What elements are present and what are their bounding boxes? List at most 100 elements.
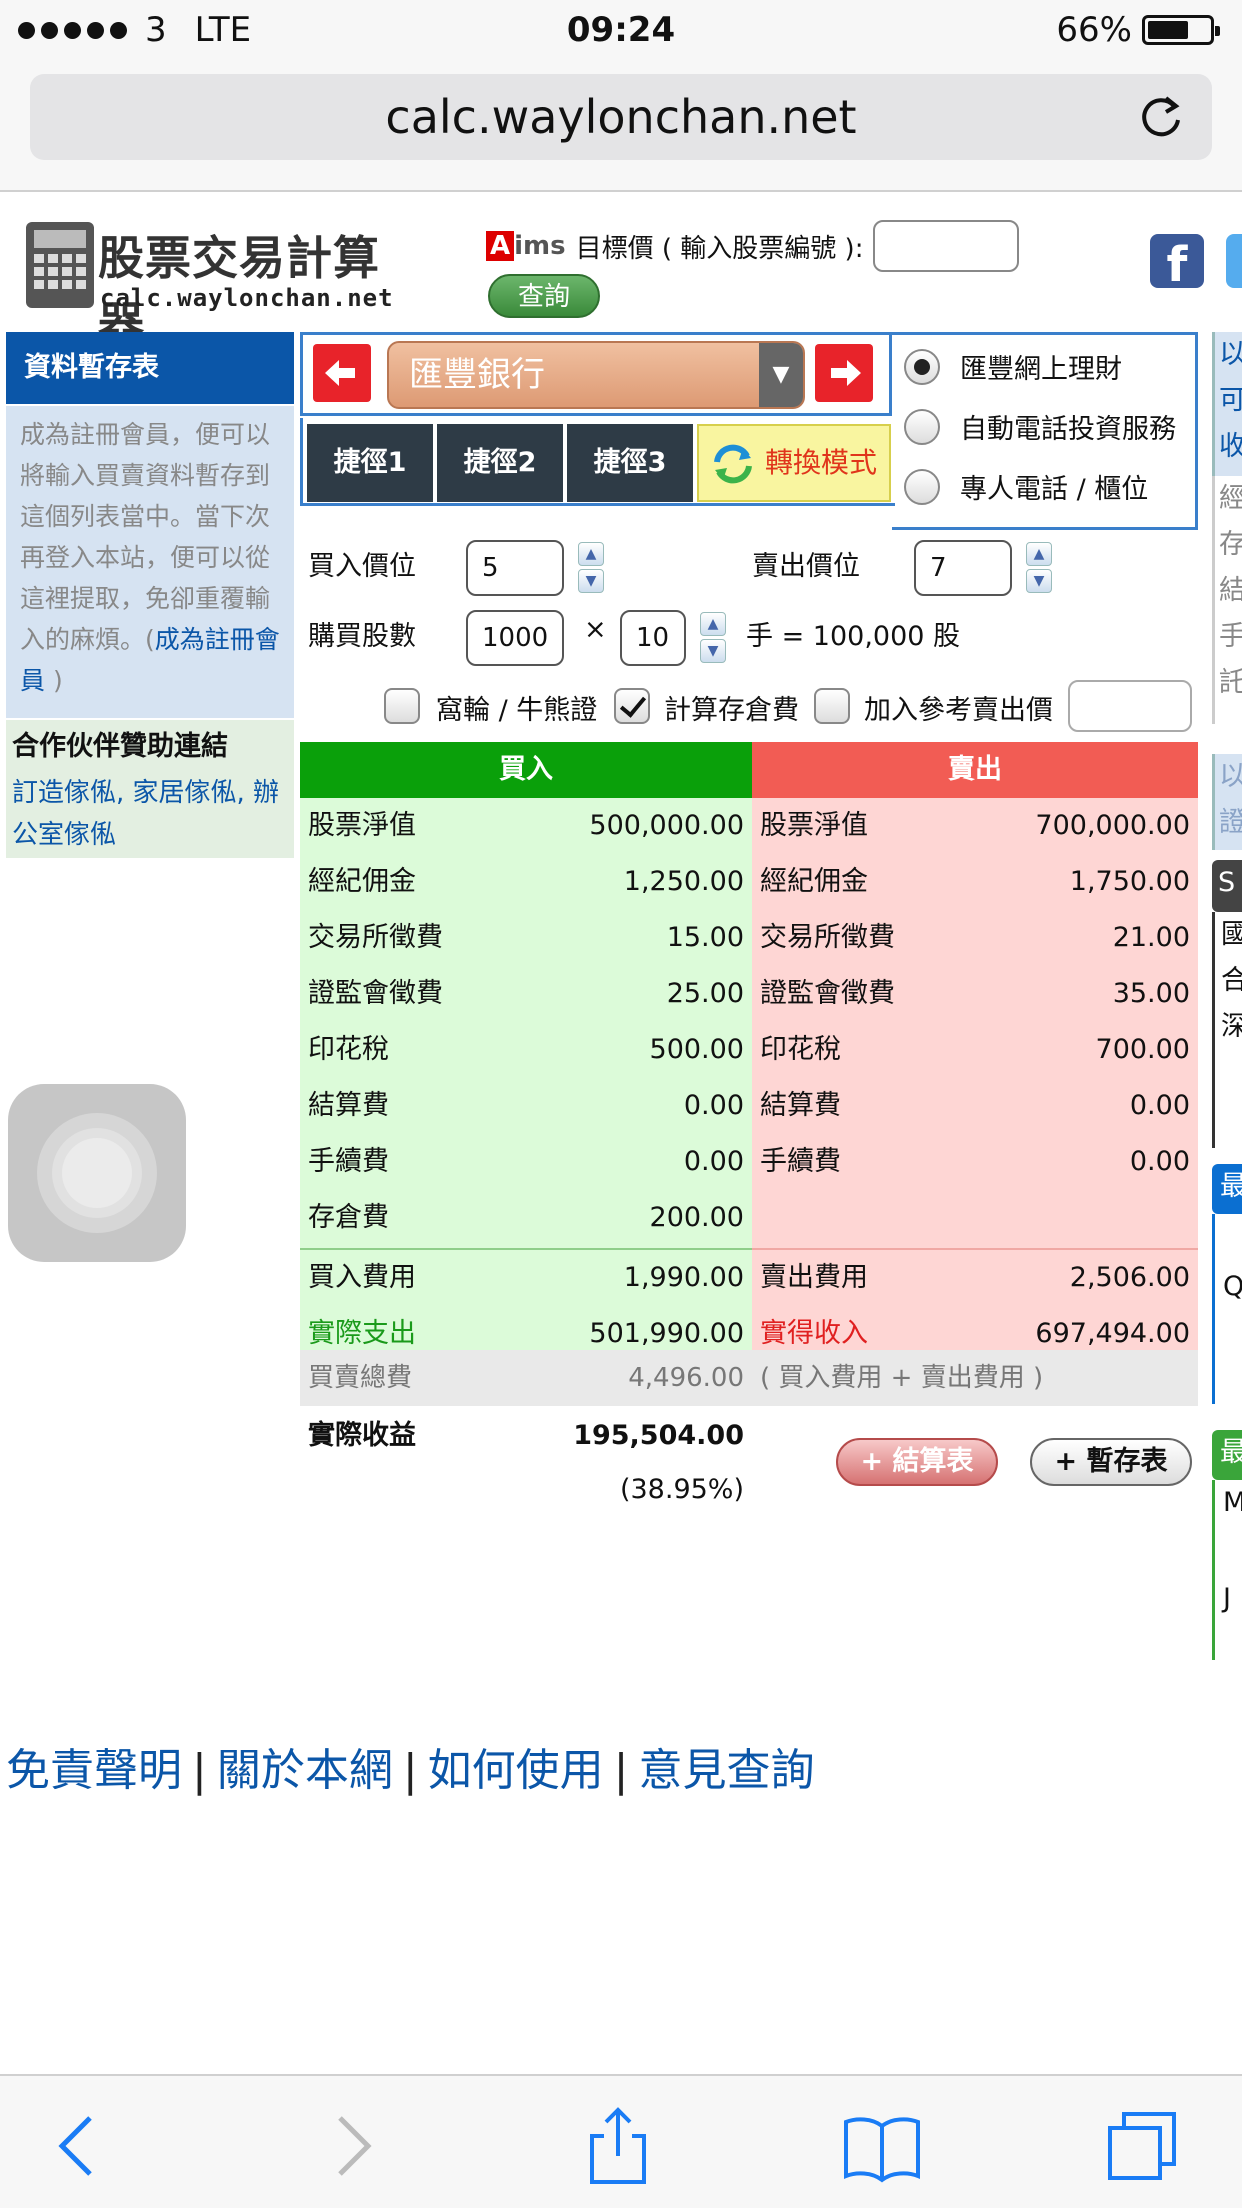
settlement-button[interactable]: + 結算表 <box>836 1438 998 1486</box>
ref-sell-checkbox[interactable] <box>814 688 850 724</box>
table-row: 結算費 0.00 <box>308 1090 744 1121</box>
footer-links: 免責聲明 | 關於本網 | 如何使用 | 意見查詢 <box>6 1745 815 1796</box>
radio-button[interactable] <box>904 468 940 505</box>
stepper-up-icon: ▲ <box>700 612 726 636</box>
radio-button[interactable] <box>904 408 940 445</box>
buy-price-label: 買入價位 <box>308 551 416 582</box>
arrow-left-icon <box>325 360 355 386</box>
browser-toolbar <box>0 2074 1242 2208</box>
chevron-down-icon: ▼ <box>759 343 803 407</box>
arrow-right-icon <box>831 360 861 386</box>
right-sidebar-blue-head: 最 <box>1212 1164 1242 1214</box>
lots-stepper[interactable]: ▲ ▼ <box>700 612 730 664</box>
profit-percent: (38.95%) <box>619 1474 744 1505</box>
battery-icon <box>1142 15 1220 45</box>
stock-selector-box: 匯豐銀行 ▼ <box>300 332 892 416</box>
feedback-link[interactable]: 意見查詢 <box>638 1745 814 1796</box>
prev-stock-button[interactable] <box>313 344 371 402</box>
battery-percent: 66% <box>1056 10 1132 50</box>
table-row: 印花稅 500.00 <box>308 1034 744 1065</box>
radio-button[interactable] <box>904 348 940 385</box>
browser-chrome: calc.waylonchan.net <box>0 62 1242 192</box>
calculator-icon <box>26 222 94 308</box>
warrant-label: 窩輪 / 牛熊證 <box>436 695 598 726</box>
sidebar-title: 資料暫存表 <box>6 332 294 404</box>
broker-option-2[interactable]: 自動電話投資服務 <box>904 407 1176 446</box>
sell-cost-row: 賣出費用 2,506.00 <box>760 1262 1190 1293</box>
total-fee-row: 買賣總費 4,496.00 ( 買入費用 + 賣出費用 ) <box>300 1350 1198 1406</box>
shortcut-3-button[interactable]: 捷徑3 <box>567 424 693 502</box>
partner-title: 合作伙伴贊助連結 <box>6 720 294 772</box>
stepper-down-icon: ▼ <box>1026 569 1052 593</box>
table-row: 存倉費 200.00 <box>308 1202 744 1233</box>
site-logo[interactable]: 股票交易計算器 calc.waylonchan.net <box>6 212 426 351</box>
buy-cost-row: 買入費用 1,990.00 <box>308 1262 744 1293</box>
table-row: 證監會徵費 25.00 <box>308 978 744 1009</box>
buy-price-stepper[interactable]: ▲ ▼ <box>578 542 608 594</box>
right-sidebar-list: 經存結手託 <box>1212 476 1242 724</box>
total-fee-value: 4,496.00 <box>628 1363 744 1393</box>
times-sign: × <box>584 614 607 645</box>
sell-price-stepper[interactable]: ▲ ▼ <box>1026 542 1056 594</box>
ref-sell-price-input[interactable] <box>1068 680 1192 732</box>
battery-status: 66% <box>1056 10 1220 50</box>
stepper-up-icon: ▲ <box>578 542 604 566</box>
broker-options: 匯豐網上理財 自動電話投資服務 專人電話 / 櫃位 <box>892 332 1198 530</box>
facebook-icon[interactable]: f <box>1150 234 1204 293</box>
sell-column: 股票淨值 700,000.00 經紀佣金 1,750.00 交易所徵費 21.00 證… <box>752 798 1198 1350</box>
reload-icon[interactable] <box>1136 92 1186 142</box>
right-sidebar-green-body: M J <box>1212 1480 1242 1660</box>
disclaimer-link[interactable]: 免責聲明 <box>6 1745 182 1796</box>
assistive-touch-button[interactable] <box>8 1084 186 1262</box>
warrant-checkbox[interactable] <box>384 688 420 724</box>
table-row: 交易所徵費 15.00 <box>308 922 744 953</box>
custody-fee-checkbox[interactable] <box>614 688 650 724</box>
next-stock-button[interactable] <box>815 344 873 402</box>
profit-value: 195,504.00 <box>573 1420 744 1451</box>
buy-column: 股票淨值 500,000.00 經紀佣金 1,250.00 交易所徵費 15.00 證… <box>300 798 752 1350</box>
profit-label: 實際收益 <box>308 1420 416 1451</box>
shares-total: 手 = 100,000 股 <box>746 621 961 652</box>
broker-option-3[interactable]: 專人電話 / 櫃位 <box>904 467 1148 506</box>
twitter-icon[interactable] <box>1226 234 1242 288</box>
address-bar[interactable]: calc.waylonchan.net <box>30 74 1212 160</box>
quantity-label: 購買股數 <box>308 621 416 652</box>
right-sidebar-note: 以證 <box>1212 754 1242 850</box>
sell-price-label: 賣出價位 <box>752 551 860 582</box>
broker-option-1[interactable]: 匯豐網上理財 <box>904 347 1122 386</box>
stock-name: 匯豐銀行 <box>409 355 545 395</box>
about-link[interactable]: 關於本網 <box>217 1745 393 1796</box>
forward-icon[interactable] <box>312 2106 392 2186</box>
lots-input[interactable]: 10 <box>620 610 686 666</box>
sell-header: 賣出 <box>752 742 1198 798</box>
sell-price-input[interactable]: 7 <box>914 540 1012 596</box>
stepper-down-icon: ▼ <box>578 569 604 593</box>
back-icon[interactable] <box>38 2106 118 2186</box>
lot-size-input[interactable]: 1000 <box>466 610 564 666</box>
shortcut-1-button[interactable]: 捷徑1 <box>307 424 433 502</box>
right-sidebar-green-head: 最 <box>1212 1430 1242 1480</box>
aims-logo: Aims <box>486 231 566 261</box>
tabs-icon[interactable] <box>1104 2106 1184 2186</box>
bookmarks-icon[interactable] <box>842 2106 922 2186</box>
logo-subtitle: calc.waylonchan.net <box>100 284 394 312</box>
table-row: 手續費 0.00 <box>308 1146 744 1177</box>
stepper-up-icon: ▲ <box>1026 542 1052 566</box>
partner-link[interactable]: 訂造傢俬, 家居傢俬, 辦公室傢俬 <box>6 772 294 858</box>
stepper-down-icon: ▼ <box>700 639 726 663</box>
share-icon[interactable] <box>578 2106 658 2186</box>
buy-price-input[interactable]: 5 <box>466 540 564 596</box>
custody-fee-label: 計算存倉費 <box>664 695 799 726</box>
switch-mode-button[interactable]: 轉換模式 <box>697 424 891 502</box>
how-to-use-link[interactable]: 如何使用 <box>428 1745 604 1796</box>
query-button[interactable]: 查詢 <box>488 274 600 318</box>
table-row: 股票淨值 700,000.00 <box>760 810 1190 841</box>
shortcut-2-button[interactable]: 捷徑2 <box>437 424 563 502</box>
stock-code-input[interactable] <box>873 220 1020 272</box>
right-sidebar-blue-body: Q <box>1212 1214 1242 1404</box>
table-row: 手續費 0.00 <box>760 1146 1190 1177</box>
url-text: calc.waylonchan.net <box>385 90 857 144</box>
table-row: 印花稅 700.00 <box>760 1034 1190 1065</box>
save-temp-button[interactable]: + 暫存表 <box>1030 1438 1192 1486</box>
stock-dropdown[interactable]: 匯豐銀行 ▼ <box>387 341 805 409</box>
